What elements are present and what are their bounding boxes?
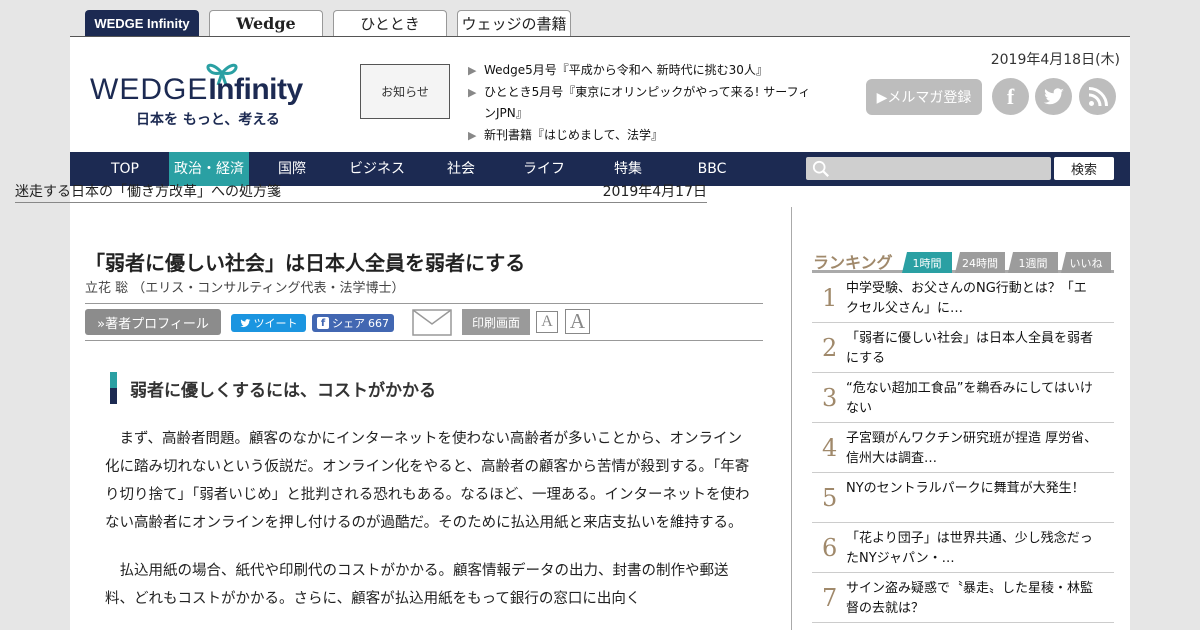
tweet-button[interactable]: ツイート [231,314,306,332]
ranking-panel: ランキング 1時間 24時間 1週間 いいね 1 中学受験、お父さんのNG行動とは… [812,249,1114,623]
print-button[interactable]: 印刷画面 [462,309,530,335]
ranking-item[interactable]: 2 「弱者に優しい社会」は日本人全員を弱者にする [812,323,1114,373]
rss-icon[interactable] [1079,78,1116,115]
triangle-right-icon: ▶ [468,64,477,77]
ranking-item[interactable]: 7 サイン盗み疑惑で〝暴走〟した星稜・林監督の去就は？ [812,573,1114,623]
mailmag-button[interactable]: ▶メルマガ登録 [866,79,982,115]
divider [85,340,763,341]
news-item[interactable]: ▶ ひととき5月号『東京にオリンピックがやって来る! サーフィンJPN』 [468,82,813,124]
rank-title[interactable]: 「花より団子」は世界共通、少し残念だったNYジャパン・… [846,529,1098,569]
ranking-item[interactable]: 3 “危ない超加工食品”を鵜呑みにしてはいけない [812,373,1114,423]
mail-icon[interactable] [412,309,452,336]
rank-title[interactable]: 子宮頸がんワクチン研究班が捏造 厚労省、信州大は調査… [846,429,1098,469]
twitter-icon [239,318,250,327]
ranking-list: 1 中学受験、お父さんのNG行動とは？「エクセル父さん」に… 2 「弱者に優しい社会… [812,273,1114,623]
ranking-tab-1h[interactable]: 1時間 [902,252,952,273]
rank-title[interactable]: 中学受験、お父さんのNG行動とは？「エクセル父さん」に… [846,279,1098,319]
ranking-item[interactable]: 4 子宮頸がんワクチン研究班が捏造 厚労省、信州大は調査… [812,423,1114,473]
facebook-icon[interactable]: f [992,78,1029,115]
article-series[interactable]: 迷走する日本の「働き方改革」への処方箋 2019年4月17日 [15,181,707,203]
site-tabs: WEDGE Infinity Wedge ひととき ウェッジの書籍 [85,10,571,36]
triangle-right-icon: ▶ [468,86,477,99]
rank-number: 5 [822,484,838,512]
ranking-item[interactable]: 6 「花より団子」は世界共通、少し残念だったNYジャパン・… [812,523,1114,573]
article-date: 2019年4月17日 [602,184,707,200]
search-icon [812,160,829,177]
rank-number: 7 [822,584,838,612]
news-item[interactable]: ▶ Wedge5月号『平成から令和へ 新時代に挑む30人』 [468,60,813,81]
article-author: 立花 聡 （エリス・コンサルティング代表・法学博士） [85,281,405,296]
ranking-item[interactable]: 5 NYのセントラルパークに舞茸が大発生！ [812,473,1114,523]
site-tab-wedge[interactable]: Wedge [209,10,323,36]
news-item[interactable]: ▶ 新刊書籍『はじめまして、法学』 [468,125,813,146]
rank-number: 4 [822,434,838,462]
rank-number: 2 [822,334,838,362]
column-divider [791,207,792,630]
search-input[interactable] [806,157,1051,180]
ranking-tab-1w[interactable]: 1週間 [1008,252,1058,273]
news-list: ▶ Wedge5月号『平成から令和へ 新時代に挑む30人』 ▶ ひととき5月号『東京… [468,60,813,147]
twitter-icon[interactable] [1035,78,1072,115]
search-button[interactable]: 検索 [1054,157,1114,180]
rank-title[interactable]: NYのセントラルパークに舞茸が大発生！ [846,479,1098,499]
ranking-item[interactable]: 1 中学受験、お父さんのNG行動とは？「エクセル父さん」に… [812,273,1114,323]
current-date: 2019年4月18日(木) [990,52,1120,68]
rank-number: 3 [822,384,838,412]
share-count: 667 [368,316,389,330]
divider [85,303,763,304]
ranking-header: ランキング 1時間 24時間 1週間 いいね [812,249,1114,273]
author-profile-button[interactable]: »著者プロフィール [85,309,221,335]
site-logo[interactable]: WEDGEInfinity 日本を もっと、考える [90,57,320,129]
rank-title[interactable]: “危ない超加工食品”を鵜呑みにしてはいけない [846,379,1098,419]
section-heading: 弱者に優しくするには、コストがかかる [110,372,436,404]
font-small-button[interactable]: A [536,311,558,333]
article-body: まず、高齢者問題。顧客のなかにインターネットを使わない高齢者が多いことから、オン… [105,425,750,630]
rank-number: 6 [822,534,838,562]
paragraph: 払込用紙の場合、紙代や印刷代のコストがかかる。顧客情報データの出力、封書の制作や… [105,563,729,607]
facebook-share-button[interactable]: f シェア 667 [312,314,394,332]
logo-title: WEDGEInfinity [90,73,303,106]
ranking-tab-24h[interactable]: 24時間 [955,252,1005,273]
notice-button[interactable]: お知らせ [360,64,450,119]
ranking-tab-likes[interactable]: いいね [1061,252,1111,273]
site-tab-books[interactable]: ウェッジの書籍 [457,10,571,36]
font-large-button[interactable]: A [565,309,590,334]
rank-number: 1 [822,284,838,312]
logo-tagline: 日本を もっと、考える [136,112,280,128]
triangle-right-icon: ▶ [468,129,477,142]
rank-title[interactable]: 「弱者に優しい社会」は日本人全員を弱者にする [846,329,1098,369]
facebook-icon: f [317,317,329,329]
ranking-title: ランキング [813,253,893,272]
site-tab-hitotoki[interactable]: ひととき [333,10,447,36]
article-title: 「弱者に優しい社会」は日本人全員を弱者にする [85,251,526,275]
site-tab-wedge-infinity[interactable]: WEDGE Infinity [85,10,199,36]
section-bar [110,372,117,404]
rank-title[interactable]: サイン盗み疑惑で〝暴走〟した星稜・林監督の去就は？ [846,579,1098,619]
paragraph: まず、高齢者問題。顧客のなかにインターネットを使わない高齢者が多いことから、オン… [105,431,750,531]
